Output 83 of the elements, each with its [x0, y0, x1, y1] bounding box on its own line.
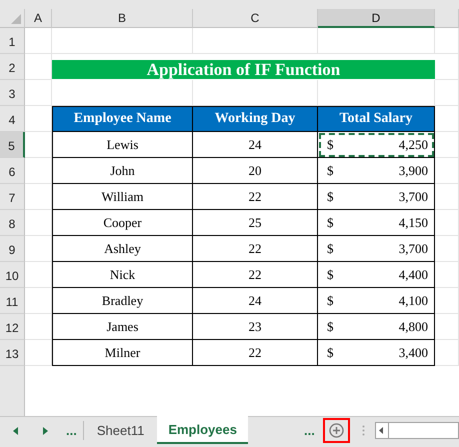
row-header[interactable]: 13	[0, 340, 25, 366]
table-cell: 25	[193, 210, 318, 236]
table-cell: 22	[193, 262, 318, 288]
empty-cell[interactable]	[435, 262, 459, 288]
column-header[interactable]: B	[52, 9, 193, 28]
currency-symbol: $	[327, 318, 334, 334]
table-cell: 20	[193, 158, 318, 184]
column-heading: Total Salary	[318, 106, 435, 132]
add-sheet-button[interactable]	[322, 418, 350, 443]
currency-symbol: $	[327, 214, 334, 230]
row-header[interactable]: 6	[0, 158, 25, 184]
table-cell: Milner	[52, 340, 193, 366]
table-cell: 24	[193, 288, 318, 314]
column-header[interactable]: A	[25, 9, 52, 28]
row-header[interactable]: 12	[0, 314, 25, 340]
table-cell: 23	[193, 314, 318, 340]
currency-symbol: $	[327, 266, 334, 282]
table-cell: James	[52, 314, 193, 340]
sheet-title: Application of IF Function	[52, 60, 435, 79]
row-header[interactable]: 5	[0, 132, 25, 158]
salary-value: 3,700	[398, 240, 428, 256]
currency-symbol: $	[327, 344, 334, 360]
empty-cell[interactable]	[435, 184, 459, 210]
table-cell: Nick	[52, 262, 193, 288]
salary-value: 4,100	[398, 292, 428, 308]
row-header[interactable]: 8	[0, 210, 25, 236]
currency-symbol: $	[327, 136, 334, 152]
split-handle-icon[interactable]	[362, 425, 365, 436]
empty-cell[interactable]	[435, 314, 459, 340]
row-header[interactable]: 2	[0, 54, 25, 80]
empty-cell[interactable]	[318, 28, 435, 54]
select-all-icon[interactable]	[11, 14, 21, 24]
table-cell: 22	[193, 236, 318, 262]
empty-cell[interactable]	[435, 236, 459, 262]
row-header[interactable]: 1	[0, 28, 25, 54]
empty-cell[interactable]	[435, 158, 459, 184]
empty-cell[interactable]	[435, 106, 459, 132]
table-cell: Bradley	[52, 288, 193, 314]
empty-cell[interactable]	[193, 28, 318, 54]
salary-value: 3,400	[398, 344, 428, 360]
empty-cell[interactable]	[435, 80, 459, 106]
empty-cell[interactable]	[435, 288, 459, 314]
empty-cell[interactable]	[435, 132, 459, 158]
currency-symbol: $	[327, 240, 334, 256]
table-cell: John	[52, 158, 193, 184]
currency-symbol: $	[327, 188, 334, 204]
empty-cell[interactable]	[435, 54, 459, 80]
empty-cell[interactable]	[52, 28, 193, 54]
horizontal-scrollbar[interactable]	[374, 422, 459, 439]
table-cell: William	[52, 184, 193, 210]
table-cell: 22	[193, 340, 318, 366]
table-cell: Ashley	[52, 236, 193, 262]
row-header[interactable]: 7	[0, 184, 25, 210]
row-header[interactable]: 9	[0, 236, 25, 262]
row-header[interactable]: 4	[0, 106, 25, 132]
table-cell: 24	[193, 132, 318, 158]
column-header[interactable]: D	[318, 9, 435, 28]
table-cell: 22	[193, 184, 318, 210]
salary-value: 4,150	[398, 214, 428, 230]
column-heading: Employee Name	[52, 106, 193, 132]
salary-value: 3,700	[398, 188, 428, 204]
column-header[interactable]: C	[193, 9, 318, 28]
more-sheets-button[interactable]: ...	[60, 417, 83, 444]
row-header[interactable]: 10	[0, 262, 25, 288]
sheet-tab[interactable]: Employees	[157, 416, 248, 444]
row-header[interactable]: 11	[0, 288, 25, 314]
column-header[interactable]	[435, 9, 459, 28]
currency-symbol: $	[327, 162, 334, 178]
currency-symbol: $	[327, 292, 334, 308]
salary-value: 4,800	[398, 318, 428, 334]
salary-value: 4,250	[398, 136, 428, 152]
more-sheets-button[interactable]: ...	[298, 417, 321, 444]
plus-icon	[328, 423, 344, 438]
salary-value: 3,900	[398, 162, 428, 178]
scroll-left-icon[interactable]	[12, 426, 18, 434]
table-cell: Lewis	[52, 132, 193, 158]
scroll-right-icon[interactable]	[42, 426, 48, 434]
salary-value: 4,400	[398, 266, 428, 282]
row-header[interactable]: 3	[0, 80, 25, 106]
table-cell: Cooper	[52, 210, 193, 236]
column-heading: Working Day	[193, 106, 318, 132]
empty-cell[interactable]	[435, 210, 459, 236]
sheet-tab[interactable]: Sheet11	[84, 417, 158, 444]
